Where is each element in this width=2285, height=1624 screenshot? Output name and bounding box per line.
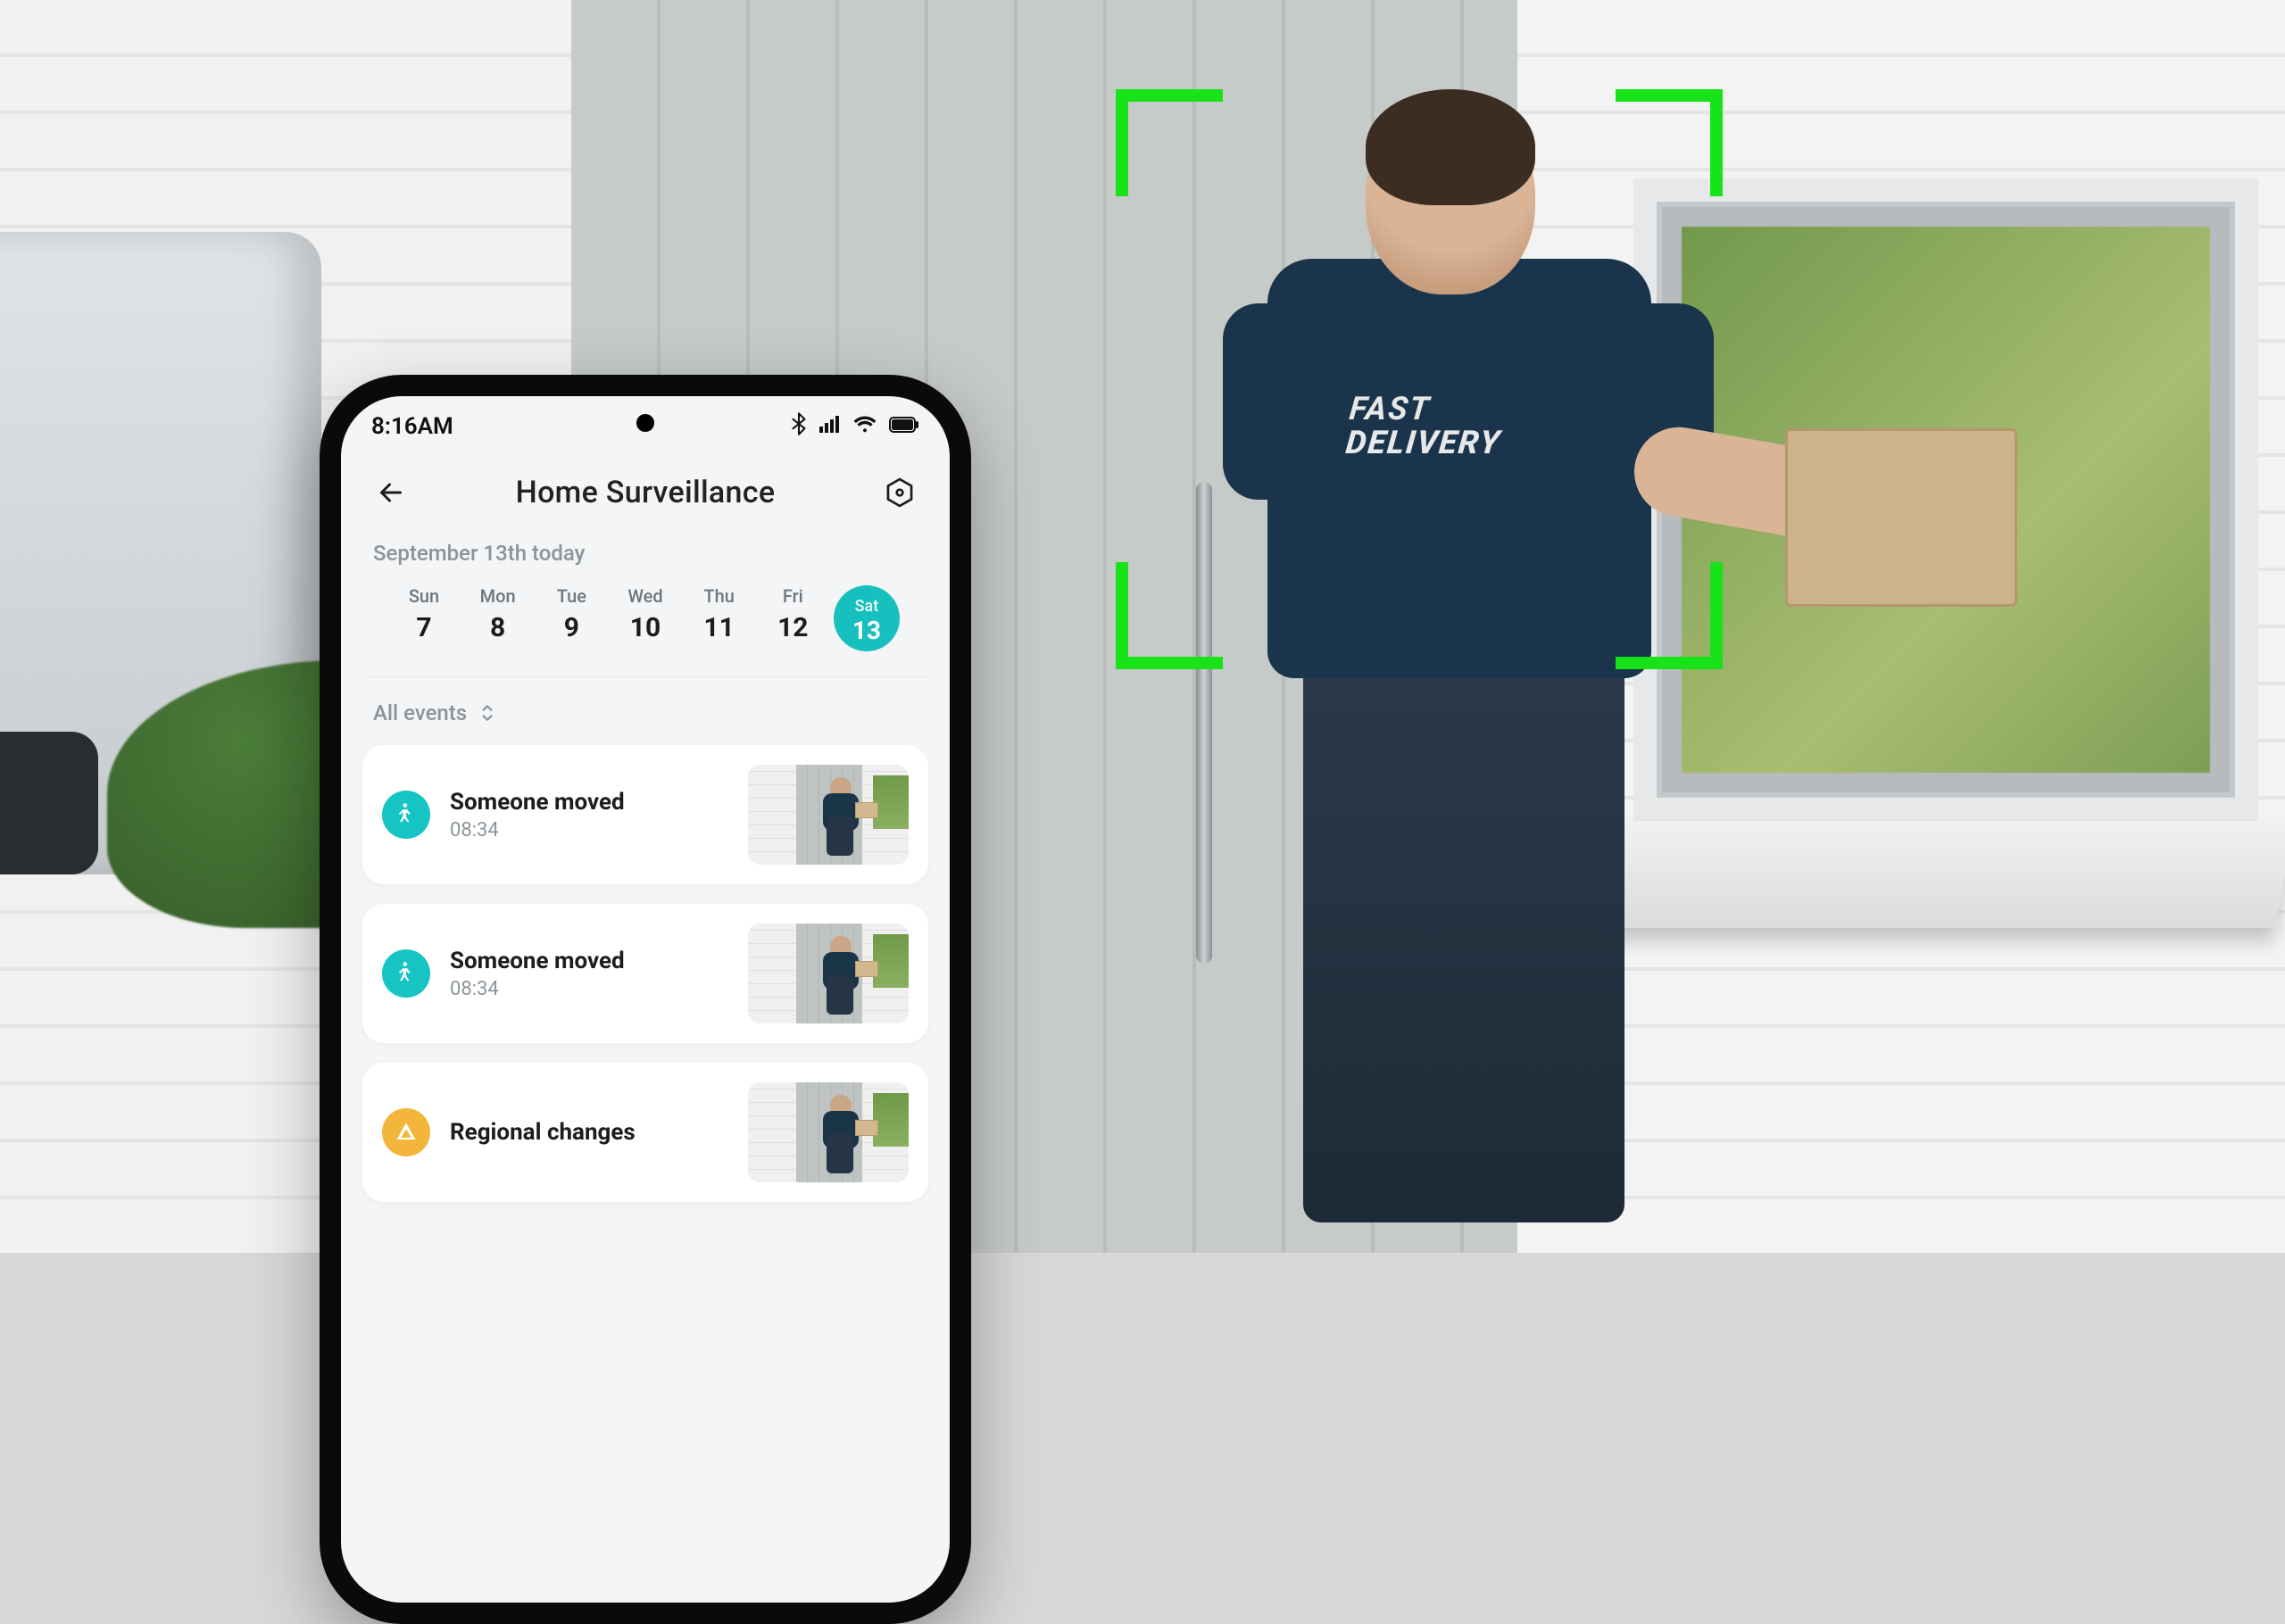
detection-bracket-tr (1616, 89, 1723, 196)
day-number: 13 (852, 616, 881, 645)
day-number: 12 (777, 612, 808, 643)
status-bar: 8:16AM (341, 396, 950, 450)
day-number: 10 (630, 612, 661, 643)
day-picker: Sun 7 Mon 8 Tue 9 Wed 10 Thu 11 Fri 12 Sat13 (364, 573, 926, 677)
event-thumbnail (748, 765, 909, 865)
wifi-icon (853, 415, 877, 438)
day-number: 11 (703, 612, 734, 643)
motion-icon (382, 791, 430, 839)
shirt-logo-line1: FAST (1348, 393, 1507, 427)
phone-frame: 8:16AM Home Surveillance (320, 375, 971, 1624)
event-text: Regional changes (450, 1119, 728, 1146)
day-of-week-label: Tue (557, 585, 586, 607)
cellular-icon (819, 415, 841, 438)
shirt-logo-line2: DELIVERY (1344, 427, 1503, 460)
day-fri[interactable]: Fri 12 (760, 585, 826, 651)
day-sat[interactable]: Sat13 (834, 585, 900, 651)
package-box (1785, 428, 2017, 607)
day-of-week-label: Mon (480, 585, 516, 607)
day-of-week-label: Thu (703, 585, 734, 607)
gear-icon (884, 476, 916, 509)
event-text: Someone moved 08:34 (450, 948, 728, 1000)
day-of-week-label: Fri (783, 585, 803, 607)
detection-bracket-bl (1116, 562, 1223, 669)
day-thu[interactable]: Thu 11 (686, 585, 752, 651)
events-filter[interactable]: All events (341, 677, 950, 742)
day-of-week-label: Sat (855, 597, 879, 616)
day-of-week-label: Wed (627, 585, 662, 607)
event-title: Regional changes (450, 1119, 728, 1146)
day-number: 8 (490, 612, 505, 643)
day-number: 7 (416, 612, 431, 643)
event-card[interactable]: Someone moved 08:34 (362, 904, 928, 1043)
day-sun[interactable]: Sun 7 (391, 585, 457, 651)
event-thumbnail (748, 1082, 909, 1182)
page-title: Home Surveillance (516, 475, 776, 510)
van-mirror (0, 732, 98, 874)
window-sill (1579, 821, 2285, 928)
event-time: 08:34 (450, 819, 728, 841)
detection-bracket-tl (1116, 89, 1223, 196)
region-icon (382, 1108, 430, 1156)
day-wed[interactable]: Wed 10 (612, 585, 678, 651)
events-list: Someone moved 08:34 Someone moved 08:34 Regi… (341, 742, 950, 1206)
motion-icon (382, 949, 430, 998)
back-button[interactable] (368, 469, 414, 516)
arrow-left-icon (375, 476, 407, 509)
chevron-up-down-icon (479, 703, 495, 723)
delivery-person: FAST DELIVERY (1160, 98, 1660, 1222)
day-mon[interactable]: Mon 8 (465, 585, 531, 651)
event-card[interactable]: Someone moved 08:34 (362, 745, 928, 884)
event-time: 08:34 (450, 978, 728, 1000)
app-header: Home Surveillance (341, 450, 950, 532)
shirt-logo: FAST DELIVERY (1344, 393, 1507, 460)
date-header: September 13th today (341, 532, 950, 573)
settings-button[interactable] (877, 469, 923, 516)
event-text: Someone moved 08:34 (450, 789, 728, 841)
events-filter-label: All events (373, 700, 467, 725)
event-title: Someone moved (450, 948, 728, 974)
day-of-week-label: Sun (409, 585, 439, 607)
event-thumbnail (748, 924, 909, 1023)
detection-bracket-br (1616, 562, 1723, 669)
status-time: 8:16AM (371, 413, 453, 440)
event-title: Someone moved (450, 789, 728, 816)
day-number: 9 (564, 612, 579, 643)
bluetooth-icon (791, 412, 807, 441)
day-tue[interactable]: Tue 9 (538, 585, 604, 651)
battery-icon (889, 416, 919, 438)
event-card[interactable]: Regional changes (362, 1063, 928, 1202)
